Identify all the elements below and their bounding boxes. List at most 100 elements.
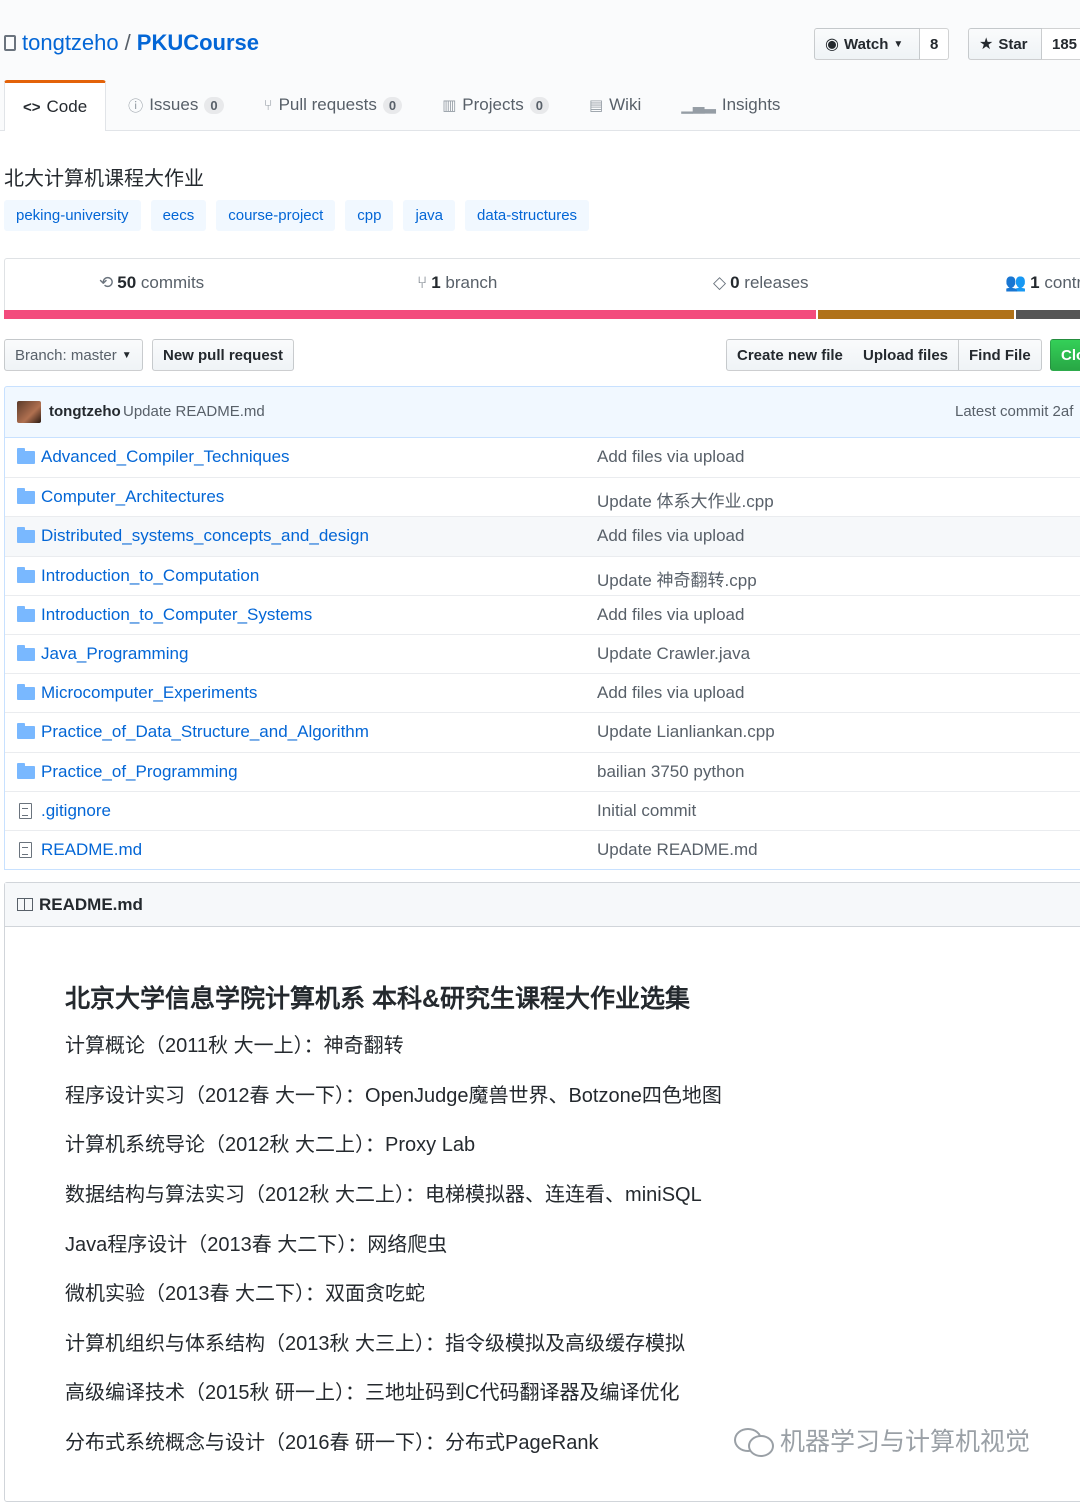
language-bar[interactable]: [4, 310, 1080, 319]
table-row: Practice_of_Programming bailian 3750 pyt…: [5, 751, 1080, 791]
clone-download-button[interactable]: Clo: [1050, 339, 1080, 371]
branch-select-label: Branch: master: [15, 346, 117, 364]
table-row: Advanced_Compiler_Techniques Add files v…: [5, 438, 1080, 477]
language-bar-segment[interactable]: [816, 310, 1015, 319]
contributors-label: contr: [1044, 273, 1080, 292]
table-row: Java_Programming Update Crawler.java: [5, 633, 1080, 673]
topic-tag[interactable]: eecs: [150, 200, 207, 231]
people-icon: 👥: [1005, 273, 1027, 292]
file-commit-message[interactable]: Add files via upload: [597, 605, 744, 625]
commit-message-link[interactable]: Update README.md: [123, 403, 265, 420]
releases-count: 0: [730, 273, 740, 292]
file-name-link[interactable]: Practice_of_Data_Structure_and_Algorithm: [41, 722, 369, 742]
readme-line: Java程序设计（2013春 大二下）：网络爬虫: [65, 1234, 448, 1256]
file-name-link[interactable]: README.md: [41, 840, 142, 860]
file-name-link[interactable]: Computer_Architectures: [41, 487, 224, 507]
topic-tag[interactable]: java: [403, 200, 456, 231]
contributors-link[interactable]: 👥 1 contr: [1005, 273, 1080, 293]
file-commit-message[interactable]: Add files via upload: [597, 683, 744, 703]
file-commit-message[interactable]: Update README.md: [597, 840, 758, 860]
find-file-button[interactable]: Find File: [959, 339, 1042, 371]
star-count[interactable]: 185: [1042, 28, 1080, 60]
star-icon: ★: [979, 36, 994, 53]
topic-tag[interactable]: cpp: [345, 200, 394, 231]
tab-code[interactable]: <> Code: [4, 80, 107, 131]
file-commit-message[interactable]: Update 体系大作业.cpp: [597, 487, 774, 512]
topic-tag[interactable]: data-structures: [465, 200, 590, 231]
topic-tag[interactable]: peking-university: [4, 200, 141, 231]
tab-pull-requests[interactable]: ⑂ Pull requests 0: [242, 80, 421, 130]
watch-count[interactable]: 8: [920, 28, 950, 60]
topic-tag[interactable]: course-project: [216, 200, 336, 231]
book-icon: ▤: [588, 97, 604, 114]
readme-line: 计算机组织与体系结构（2013秋 大三上）：指令级模拟及高级缓存模拟: [65, 1333, 686, 1355]
branch-icon: ⑂: [417, 273, 428, 292]
readme-line: 分布式系统概念与设计（2016春 研一下）：分布式PageRank: [65, 1432, 599, 1454]
star-button[interactable]: ★ Star: [968, 28, 1042, 60]
file-name-link[interactable]: Distributed_systems_concepts_and_design: [41, 526, 369, 546]
table-row: .gitignore Initial commit: [5, 790, 1080, 830]
file-name-link[interactable]: Advanced_Compiler_Techniques: [41, 447, 290, 467]
file-table: Advanced_Compiler_Techniques Add files v…: [4, 438, 1080, 871]
repo-description: 北大计算机课程大作业: [4, 168, 204, 190]
tab-issues[interactable]: ⓘ Issues 0: [106, 80, 241, 130]
eye-icon: ◉: [825, 36, 839, 53]
language-bar-segment[interactable]: [1014, 310, 1080, 319]
history-icon: ⟲: [99, 273, 114, 292]
branch-select-button[interactable]: Branch: master ▼: [4, 339, 143, 371]
table-row: Computer_Architectures Update 体系大作业.cpp: [5, 477, 1080, 516]
avatar[interactable]: [17, 401, 41, 423]
file-name-link[interactable]: Introduction_to_Computer_Systems: [41, 605, 312, 625]
watch-button[interactable]: ◉ Watch ▼: [814, 28, 920, 60]
watermark-text: 机器学习与计算机视觉: [780, 1428, 1031, 1456]
pull-request-icon: ⑂: [263, 96, 273, 114]
tab-projects-label: Projects: [462, 95, 524, 114]
caret-down-icon: ▼: [893, 38, 904, 50]
tab-code-label: Code: [46, 97, 88, 116]
readme-line: 数据结构与算法实习（2012秋 大二上）：电梯模拟器、连连看、miniSQL: [65, 1184, 702, 1206]
file-name-link[interactable]: Microcomputer_Experiments: [41, 683, 257, 703]
book-icon: [17, 898, 33, 911]
branch-label: branch: [445, 273, 498, 292]
repo-header: tongtzeho / PKUCourse ◉ Watch ▼ 8 ★ Star 1…: [0, 0, 1080, 131]
readme-header: README.md: [5, 883, 1080, 927]
repo-separator: /: [124, 30, 131, 55]
contributors-count: 1: [1030, 273, 1040, 292]
readme-heading: 北京大学信息学院计算机系 本科&研究生课程大作业选集: [65, 985, 691, 1013]
commit-author-link[interactable]: tongtzeho: [49, 403, 121, 420]
code-icon: <>: [23, 98, 41, 116]
branch-count: 1: [431, 273, 441, 292]
file-commit-message[interactable]: Update 神奇翻转.cpp: [597, 566, 757, 591]
language-bar-segment[interactable]: [4, 310, 817, 319]
new-pull-request-button[interactable]: New pull request: [152, 339, 295, 371]
file-commit-message[interactable]: Add files via upload: [597, 526, 744, 546]
file-commit-message[interactable]: Update Crawler.java: [597, 644, 750, 664]
star-label: Star: [998, 35, 1028, 53]
tab-insights[interactable]: ▁▃▂ Insights: [659, 80, 798, 130]
tab-pull-requests-count: 0: [382, 96, 403, 114]
table-row: Introduction_to_Computation Update 神奇翻转.…: [5, 555, 1080, 595]
file-name-link[interactable]: Practice_of_Programming: [41, 762, 238, 782]
file-commit-message[interactable]: Initial commit: [597, 801, 696, 821]
table-row: Microcomputer_Experiments Add files via …: [5, 673, 1080, 712]
file-name-link[interactable]: Java_Programming: [41, 644, 188, 664]
file-name-link[interactable]: Introduction_to_Computation: [41, 566, 259, 586]
upload-files-button[interactable]: Upload files: [853, 339, 960, 371]
create-new-file-button[interactable]: Create new file: [726, 339, 854, 371]
tab-projects[interactable]: ▥ Projects 0: [420, 80, 567, 130]
releases-link[interactable]: ◇ 0 releases: [713, 273, 809, 293]
latest-commit-hash[interactable]: Latest commit 2af: [955, 403, 1073, 420]
file-name-link[interactable]: .gitignore: [41, 801, 111, 821]
commits-link[interactable]: ⟲ 50 commits: [99, 273, 204, 293]
file-commit-message[interactable]: bailian 3750 python: [597, 762, 744, 782]
file-commit-message[interactable]: Update Lianliankan.cpp: [597, 722, 775, 742]
branches-link[interactable]: ⑂ 1 branch: [417, 273, 497, 293]
repo-nav-tabs: <> Code ⓘ Issues 0 ⑂ Pull requests 0 ▥ P…: [4, 80, 798, 131]
repo-owner-link[interactable]: tongtzeho: [22, 30, 119, 55]
watermark: 机器学习与计算机视觉: [734, 1422, 1030, 1458]
readme-panel: README.md 北京大学信息学院计算机系 本科&研究生课程大作业选集 计算概…: [4, 882, 1080, 1502]
table-row: Practice_of_Data_Structure_and_Algorithm…: [5, 712, 1080, 751]
repo-name-link[interactable]: PKUCourse: [137, 30, 259, 55]
file-commit-message[interactable]: Add files via upload: [597, 447, 744, 467]
tab-wiki[interactable]: ▤ Wiki: [567, 80, 659, 130]
